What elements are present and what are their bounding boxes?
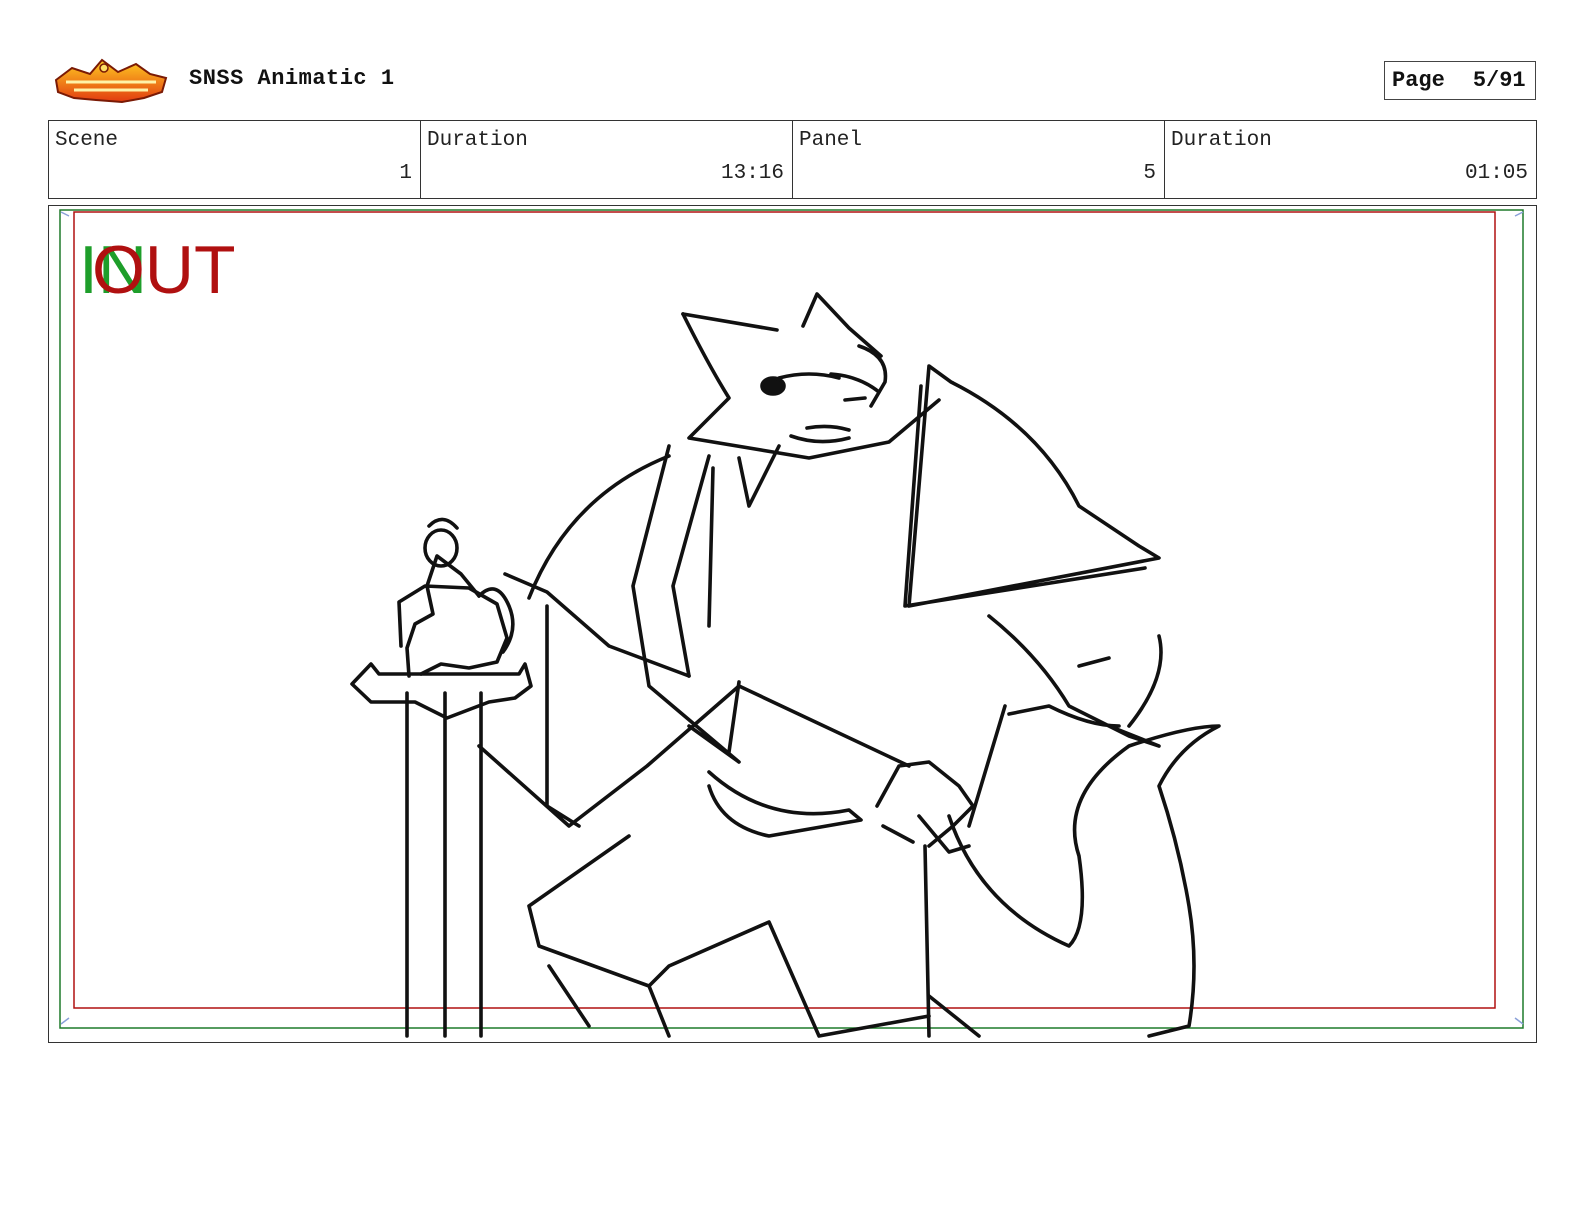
scene-label: Scene (55, 129, 119, 152)
page-label: Page (1392, 68, 1445, 93)
panel-duration-value: 01:05 (1464, 162, 1528, 185)
panel-duration-label: Duration (1171, 129, 1272, 152)
panel-drawing (59, 209, 1524, 1038)
right-arm-sketch (967, 614, 1163, 828)
legs-sketch (527, 834, 931, 1038)
panel-cell: Panel 5 (793, 121, 1165, 198)
page-number: 5/91 (1472, 68, 1526, 93)
scene-info-table: Scene 1 Duration 13:16 Panel 5 Duration … (48, 120, 1537, 199)
scene-duration-value: 13:16 (720, 162, 784, 185)
scene-cell: Scene 1 (49, 121, 421, 198)
storyboard-panel: IN OUT (48, 205, 1537, 1043)
left-hand-sketch (397, 584, 515, 676)
panel-label: Panel (799, 129, 863, 152)
left-arm-sketch (477, 454, 741, 828)
out-label: OUT (92, 232, 236, 308)
scene-duration-cell: Duration 13:16 (421, 121, 793, 198)
safe-frame-outer (59, 209, 1524, 1029)
torso-sketch (631, 444, 911, 768)
show-logo-icon (54, 58, 168, 104)
scene-duration-label: Duration (427, 129, 528, 152)
page-indicator: Page 5/91 (1384, 61, 1536, 100)
right-shoulder-sketch (903, 364, 1161, 608)
document-title: SNSS Animatic 1 (189, 66, 395, 91)
safe-frame-inner (73, 211, 1496, 1009)
tail-sketch (927, 724, 1221, 1038)
panel-value: 5 (1143, 162, 1156, 185)
scene-value: 1 (399, 162, 412, 185)
fox-head-sketch (681, 292, 941, 460)
panel-duration-cell: Duration 01:05 (1165, 121, 1536, 198)
